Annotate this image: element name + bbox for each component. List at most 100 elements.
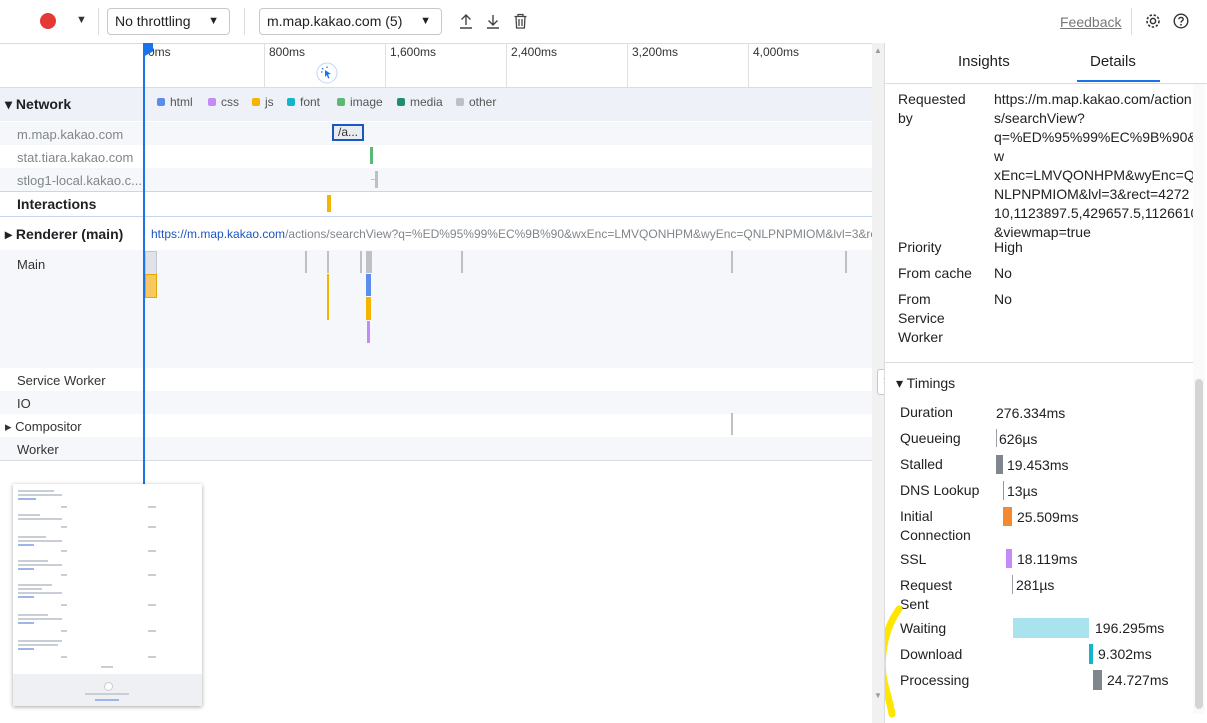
service-worker-track[interactable]: Service Worker: [17, 373, 106, 388]
task-bar[interactable]: [461, 251, 463, 273]
target-select[interactable]: m.map.kakao.com (5) ▼: [259, 8, 442, 35]
tab-details[interactable]: Details: [1090, 53, 1136, 70]
tick-label: 800ms: [269, 45, 306, 59]
task-bar[interactable]: [360, 251, 362, 273]
interaction-marker-icon[interactable]: [316, 62, 338, 84]
task-bar[interactable]: [366, 297, 371, 320]
from-service-worker-value: No: [994, 291, 1012, 307]
renderer-track-header[interactable]: ▸ Renderer (main): [5, 226, 123, 243]
timing-bar-dns: [1003, 481, 1004, 500]
chevron-down-icon: ▼: [420, 15, 431, 27]
interactions-track-header[interactable]: Interactions: [17, 196, 96, 212]
details-scrollbar-thumb[interactable]: [1195, 379, 1203, 709]
timing-bar-request-sent: [1012, 575, 1013, 594]
upload-icon[interactable]: [458, 13, 474, 30]
timing-value: 9.302ms: [1098, 646, 1152, 662]
tick-label: 2,400ms: [511, 45, 558, 59]
timing-bar-ssl: [1006, 549, 1012, 568]
feedback-link[interactable]: Feedback: [1060, 14, 1121, 30]
network-request-bar[interactable]: [370, 147, 373, 164]
timing-label: Stalled: [900, 456, 943, 472]
task-bar[interactable]: [731, 251, 733, 273]
trash-icon[interactable]: [513, 13, 528, 30]
legend-css: css: [208, 95, 239, 109]
tick-label: 1,600ms: [390, 45, 437, 59]
toolbar: ▼ No throttling ▼ m.map.kakao.com (5) ▼ …: [0, 0, 1207, 44]
timing-value: 24.727ms: [1107, 672, 1169, 688]
timing-value: 276.334ms: [996, 405, 1066, 421]
tick-label: 3,200ms: [632, 45, 679, 59]
download-icon[interactable]: [485, 13, 501, 30]
time-ruler[interactable]: 0ms 800ms 1,600ms 2,400ms 3,200ms 4,000m…: [0, 43, 872, 88]
active-tab-indicator: [1077, 80, 1160, 82]
network-track-header[interactable]: ▾ Network: [5, 96, 71, 113]
record-options-chevron-icon[interactable]: ▼: [76, 14, 87, 26]
legend-other: other: [456, 95, 496, 109]
priority-label: Priority: [898, 239, 942, 255]
timing-value: 19.453ms: [1007, 457, 1069, 473]
timing-value: 13µs: [1007, 483, 1038, 499]
timing-value: 196.295ms: [1095, 620, 1165, 636]
compositor-track[interactable]: ▸ Compositor: [5, 419, 82, 435]
throttling-select[interactable]: No throttling ▼: [107, 8, 230, 35]
timing-bar-queueing: [996, 429, 997, 447]
timing-label: Queueing: [900, 430, 961, 446]
help-icon[interactable]: [1173, 13, 1189, 29]
task-bar[interactable]: [731, 413, 733, 435]
network-host-row[interactable]: stlog1-local.kakao.c...: [17, 173, 142, 188]
requested-by-value[interactable]: https://m.map.kakao.com/action s/searchV…: [994, 90, 1199, 242]
timing-value: 18.119ms: [1017, 551, 1078, 567]
legend-image: image: [337, 95, 383, 109]
timing-label: Waiting: [900, 620, 947, 636]
legend-media: media: [397, 95, 443, 109]
tab-insights[interactable]: Insights: [958, 53, 1010, 70]
task-bar[interactable]: [845, 251, 847, 273]
record-button[interactable]: [40, 13, 56, 29]
gear-icon[interactable]: [1145, 13, 1161, 29]
tick-label: 4,000ms: [753, 45, 800, 59]
page-screenshot-thumbnail[interactable]: [13, 484, 202, 706]
timing-bar-waiting: [1013, 618, 1089, 638]
timing-label: Request Sent: [900, 577, 953, 612]
target-value: m.map.kakao.com (5): [267, 13, 403, 29]
requested-by-label: Requested by: [898, 91, 966, 126]
io-track[interactable]: IO: [17, 396, 31, 411]
timing-label: Processing: [900, 672, 970, 688]
task-bar[interactable]: [366, 274, 371, 296]
timing-bar-download: [1089, 644, 1093, 664]
network-host-row[interactable]: m.map.kakao.com: [17, 127, 123, 142]
task-bar[interactable]: [367, 321, 370, 343]
legend-html: html: [157, 95, 193, 109]
timeline-panel[interactable]: 0ms 800ms 1,600ms 2,400ms 3,200ms 4,000m…: [0, 43, 884, 723]
from-cache-value: No: [994, 265, 1012, 281]
task-bar[interactable]: [305, 251, 307, 273]
task-bar[interactable]: [145, 274, 157, 298]
task-bar[interactable]: [145, 251, 157, 275]
timing-label: Initial Connection: [900, 508, 971, 543]
timing-bar-processing: [1093, 670, 1102, 690]
timing-label: SSL: [900, 551, 927, 567]
selected-network-request[interactable]: /a...: [332, 124, 364, 141]
throttling-value: No throttling: [115, 13, 191, 29]
legend-js: js: [252, 95, 274, 109]
task-bar[interactable]: [327, 274, 329, 320]
network-host-row[interactable]: stat.tiara.kakao.com: [17, 150, 133, 165]
highlight-annotation-mark: [885, 605, 903, 718]
task-bar[interactable]: [327, 251, 329, 273]
from-cache-label: From cache: [898, 265, 972, 281]
timing-value: 626µs: [999, 431, 1038, 447]
time-cursor-line[interactable]: [143, 43, 145, 485]
timing-bar-stalled: [996, 455, 1003, 474]
priority-value: High: [994, 239, 1023, 255]
legend-font: font: [287, 95, 320, 109]
details-sidebar: Insights Details Requested by https://m.…: [884, 43, 1207, 723]
toolbar-divider: [244, 8, 245, 35]
timing-label: DNS Lookup: [900, 482, 980, 498]
interaction-bar[interactable]: [327, 195, 331, 212]
toolbar-divider: [1131, 8, 1132, 35]
worker-track[interactable]: Worker: [17, 442, 59, 457]
main-thread-label[interactable]: Main: [17, 257, 45, 272]
timings-section-header[interactable]: ▾ Timings: [896, 374, 955, 393]
task-bar[interactable]: [366, 251, 372, 273]
from-service-worker-label: From Service Worker: [898, 291, 945, 345]
